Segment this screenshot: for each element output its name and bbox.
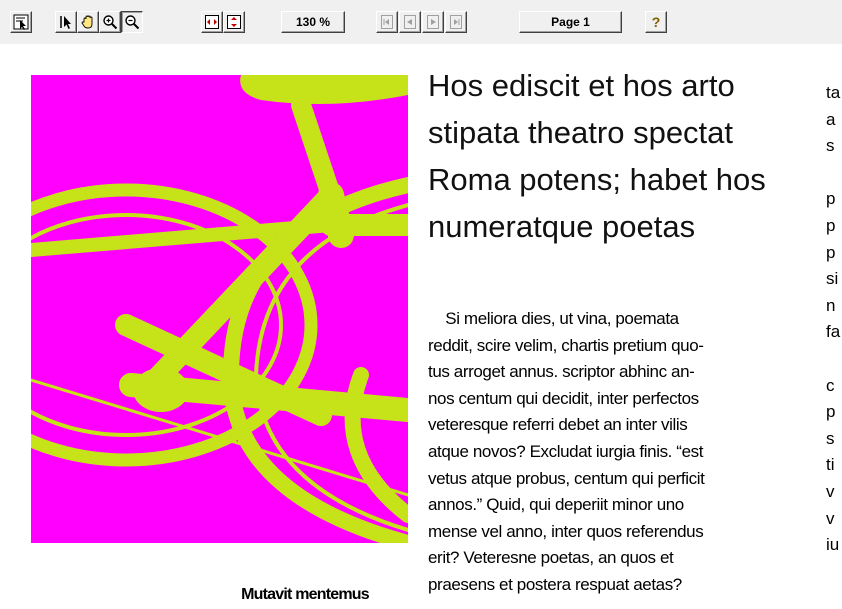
column-line [826, 346, 842, 373]
column-line: p [826, 215, 836, 235]
third-column-text: ta a s p p p si n fa c p s ti v v iu [826, 80, 842, 559]
headline-line: Roma potens; habet hos [428, 162, 766, 197]
select-text-icon [13, 14, 29, 30]
headline-line: stipata theatro spectat [428, 115, 734, 150]
zoom-level-label: 130 % [295, 15, 331, 29]
column-line: v [826, 508, 835, 528]
pointer-icon [60, 16, 71, 29]
select-text-button[interactable] [10, 11, 32, 33]
body-line: reddit, scire velim, chartis pretium quo… [428, 335, 704, 355]
zoom-in-icon [103, 15, 118, 30]
body-line: erit? Veteresne poetas, an quos et [428, 548, 674, 568]
last-page-icon [450, 15, 462, 29]
column-line: fa [826, 322, 841, 342]
column-line: n [826, 295, 836, 315]
column-line: p [826, 242, 836, 262]
body-line: tus arroget annus. scriptor abhinc an- [428, 362, 695, 382]
first-page-button[interactable] [376, 11, 398, 33]
last-page-button[interactable] [445, 11, 467, 33]
bicycle-illustration [31, 75, 408, 543]
hand-pan-button[interactable] [77, 11, 99, 33]
body-line: vetus atque probus, centum qui perficit [428, 468, 705, 488]
column-line: s [826, 428, 835, 448]
next-page-icon [427, 15, 439, 29]
previous-page-button[interactable] [399, 11, 421, 33]
column-line: ti [826, 455, 835, 475]
body-line: nos centum qui decidit, inter perfectos [428, 388, 699, 408]
zoom-level-button[interactable]: 130 % [281, 11, 345, 33]
help-button[interactable]: ? [645, 11, 667, 33]
first-page-icon [381, 15, 393, 29]
body-line: praesens et postera respuat aetas? [428, 574, 682, 594]
fit-width-button[interactable] [201, 11, 223, 33]
fit-height-button[interactable] [223, 11, 245, 33]
column-line: si [826, 269, 839, 289]
next-page-button[interactable] [422, 11, 444, 33]
column-line: p [826, 402, 836, 422]
toolbar: 130 % Page 1 ? [0, 0, 842, 44]
body-line: Si meliora dies, ut vina, poemata [428, 309, 679, 328]
body-line: veteresque referri debet an inter vilis [428, 415, 688, 435]
column-line [826, 160, 842, 187]
body-line: annos.” Quid, qui deperiit minor uno [428, 495, 684, 515]
body-line: atque novos? Excludat iurgia finis. “est [428, 441, 704, 461]
fit-width-icon [205, 15, 219, 29]
column-line: s [826, 136, 835, 156]
body-line: mense vel anno, inter quos referendus [428, 521, 704, 541]
zoom-in-button[interactable] [99, 11, 121, 33]
hand-pan-icon [81, 15, 93, 29]
article-body: Si meliora dies, ut vina, poemata reddit,… [428, 306, 808, 599]
zoom-out-button[interactable] [121, 11, 143, 33]
headline-line: numeratque poetas [428, 209, 696, 244]
previous-page-icon [404, 15, 416, 29]
article-headline: Hos ediscit et hos arto stipata theatro s… [428, 62, 808, 250]
column-line: v [826, 481, 835, 501]
pointer-button[interactable] [55, 11, 77, 33]
figure-caption: Mutavit mentemus [241, 586, 369, 603]
fit-height-icon [227, 15, 241, 29]
zoom-out-icon [125, 15, 140, 30]
headline-line: Hos ediscit et hos arto [428, 68, 735, 103]
column-line: ta [826, 83, 841, 102]
column-line: p [826, 189, 836, 209]
column-line: a [826, 109, 836, 129]
column-line: c [826, 375, 835, 395]
column-line: iu [826, 535, 840, 555]
page-button[interactable]: Page 1 [519, 11, 622, 33]
bicycle-crank-hub [133, 368, 189, 412]
help-icon: ? [651, 14, 661, 30]
page-label: Page 1 [551, 15, 590, 29]
